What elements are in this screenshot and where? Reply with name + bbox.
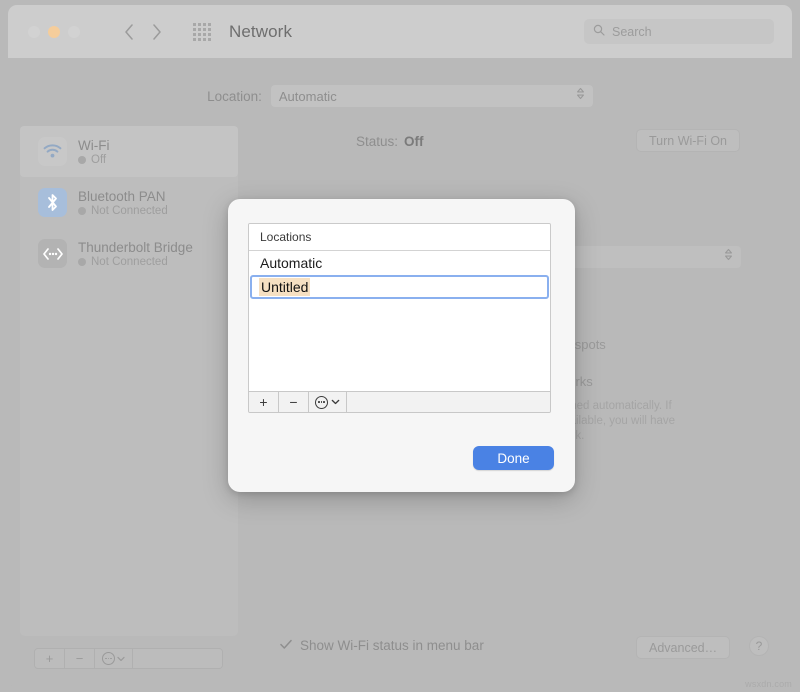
help-button[interactable]: ? [749, 636, 769, 656]
back-chevron-icon[interactable] [124, 24, 134, 40]
status-text: Not Connected [91, 205, 168, 217]
thunderbolt-bridge-icon [38, 239, 67, 268]
done-button[interactable]: Done [473, 446, 554, 470]
network-preferences-window: Network Search Location: Automatic [0, 0, 800, 692]
locations-list-header: Locations [249, 224, 550, 251]
location-name-input[interactable]: Untitled [250, 275, 549, 299]
service-name: Wi-Fi [78, 138, 109, 153]
service-name: Thunderbolt Bridge [78, 240, 193, 255]
status-label: Status: [356, 134, 398, 149]
sidebar-item-text: Bluetooth PAN Not Connected [78, 189, 168, 217]
close-button[interactable] [28, 26, 40, 38]
search-icon [593, 23, 605, 41]
ellipsis-circle-icon [315, 396, 328, 409]
location-value: Automatic [279, 89, 337, 104]
chevron-updown-icon [724, 248, 733, 267]
add-service-button[interactable]: + [35, 649, 65, 668]
navigation-arrows [124, 24, 162, 40]
status-text: Off [91, 154, 106, 166]
forward-chevron-icon[interactable] [152, 24, 162, 40]
minimize-button[interactable] [48, 26, 60, 38]
status-row: Status: Off Turn Wi-Fi On [252, 126, 780, 156]
status-dot [78, 156, 86, 164]
checkmark-icon [280, 638, 292, 653]
location-name-input-value: Untitled [259, 278, 310, 296]
title-bar: Network Search [8, 5, 792, 58]
service-status: Not Connected [78, 256, 193, 268]
search-field[interactable]: Search [584, 19, 774, 44]
watermark: wsxdn.com [745, 679, 792, 689]
sidebar-item-text: Thunderbolt Bridge Not Connected [78, 240, 193, 268]
service-name: Bluetooth PAN [78, 189, 168, 204]
show-wifi-status-row[interactable]: Show Wi-Fi status in menu bar [280, 638, 484, 653]
location-label: Location: [207, 89, 262, 104]
status-value: Off [404, 134, 424, 149]
add-location-button[interactable]: + [249, 392, 279, 412]
location-popup-button[interactable]: Automatic [271, 85, 593, 107]
traffic-lights [28, 26, 80, 38]
locations-toolbar: + − [248, 391, 551, 413]
sidebar-item-bluetooth-pan[interactable]: Bluetooth PAN Not Connected [20, 177, 238, 228]
bluetooth-icon [38, 188, 67, 217]
status-text: Not Connected [91, 256, 168, 268]
chevron-down-icon [331, 399, 340, 405]
wifi-icon [38, 137, 67, 166]
location-row: Location: Automatic [8, 85, 792, 107]
service-status: Not Connected [78, 205, 168, 217]
advanced-button[interactable]: Advanced… [636, 636, 730, 659]
wifi-settings-pane: Status: Off Turn Wi-Fi On Ask to join th… [252, 126, 780, 156]
network-services-list[interactable]: Wi-Fi Off Bluetooth PAN [20, 126, 238, 636]
location-row-automatic[interactable]: Automatic [249, 251, 550, 275]
service-status: Off [78, 154, 109, 166]
page-title: Network [229, 22, 292, 42]
services-toolbar: + − [34, 648, 223, 669]
search-placeholder: Search [612, 25, 652, 39]
show-wifi-status-label: Show Wi-Fi status in menu bar [300, 638, 484, 653]
turn-wifi-on-button[interactable]: Turn Wi-Fi On [636, 129, 740, 152]
services-action-menu-button[interactable] [95, 649, 133, 668]
locations-action-menu-button[interactable] [309, 392, 347, 412]
show-all-grid-icon[interactable] [193, 23, 211, 41]
sidebar-item-text: Wi-Fi Off [78, 138, 109, 166]
chevron-updown-icon [576, 87, 585, 106]
sidebar-item-thunderbolt-bridge[interactable]: Thunderbolt Bridge Not Connected [20, 228, 238, 279]
remove-location-button[interactable]: − [279, 392, 309, 412]
locations-sheet: Locations Automatic Untitled + − Done [228, 199, 575, 492]
ellipsis-circle-icon [102, 652, 115, 665]
sidebar-item-wifi[interactable]: Wi-Fi Off [20, 126, 238, 177]
chevron-down-icon [117, 656, 125, 662]
status-dot [78, 207, 86, 215]
zoom-button[interactable] [68, 26, 80, 38]
services-toolbar-spacer [133, 649, 222, 668]
status-dot [78, 258, 86, 266]
locations-toolbar-spacer [347, 392, 550, 412]
remove-service-button[interactable]: − [65, 649, 95, 668]
locations-list[interactable]: Locations Automatic Untitled [248, 223, 551, 399]
